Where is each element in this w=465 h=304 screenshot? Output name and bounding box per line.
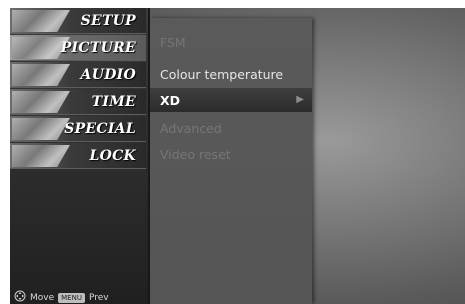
submenu-item-label: XD [160, 92, 181, 108]
submenu-item-label: FSM [160, 34, 186, 50]
help-bar: Move MENU Prev [14, 290, 109, 304]
submenu-item-video-reset[interactable]: Video reset [150, 142, 312, 166]
menu-item-label: SETUP [80, 12, 136, 29]
menu-item-picture[interactable]: PICTURE [10, 35, 146, 61]
setup-thumbnail [12, 10, 70, 32]
submenu-item-advanced[interactable]: Advanced [150, 116, 312, 140]
menu-item-special[interactable]: SPECIAL [10, 116, 146, 142]
audio-thumbnail [12, 64, 70, 86]
menu-item-label: PICTURE [60, 39, 136, 56]
lock-thumbnail [12, 145, 70, 167]
menu-item-label: AUDIO [80, 66, 136, 83]
tv-screen: SETUP PICTURE AUDIO TIME SPECIAL LOCK Mo… [10, 8, 465, 304]
main-menu: SETUP PICTURE AUDIO TIME SPECIAL LOCK Mo… [10, 8, 150, 304]
menu-item-lock[interactable]: LOCK [10, 143, 146, 169]
picture-submenu: FSM Colour temperature XD ▶ Advanced Vid… [150, 18, 312, 304]
menu-item-label: TIME [91, 93, 136, 110]
special-thumbnail [12, 118, 70, 140]
navigation-pad-icon [14, 290, 26, 304]
submenu-item-label: Advanced [160, 120, 222, 136]
menu-item-time[interactable]: TIME [10, 89, 146, 115]
prev-hint-label: Prev [88, 292, 109, 303]
move-hint-label: Move [30, 292, 55, 303]
menu-item-setup[interactable]: SETUP [10, 8, 146, 34]
submenu-item-label: Video reset [160, 146, 231, 162]
submenu-item-fsm[interactable]: FSM [150, 30, 312, 54]
right-triangle-icon: ▶ [296, 94, 304, 105]
menu-item-label: LOCK [89, 147, 136, 164]
time-thumbnail [12, 91, 70, 113]
submenu-item-label: Colour temperature [160, 66, 284, 82]
submenu-item-colour-temperature[interactable]: Colour temperature [150, 62, 312, 86]
menu-key-badge: MENU [58, 292, 85, 303]
submenu-item-xd[interactable]: XD ▶ [150, 88, 312, 112]
menu-item-audio[interactable]: AUDIO [10, 62, 146, 88]
menu-item-label: SPECIAL [64, 120, 136, 137]
